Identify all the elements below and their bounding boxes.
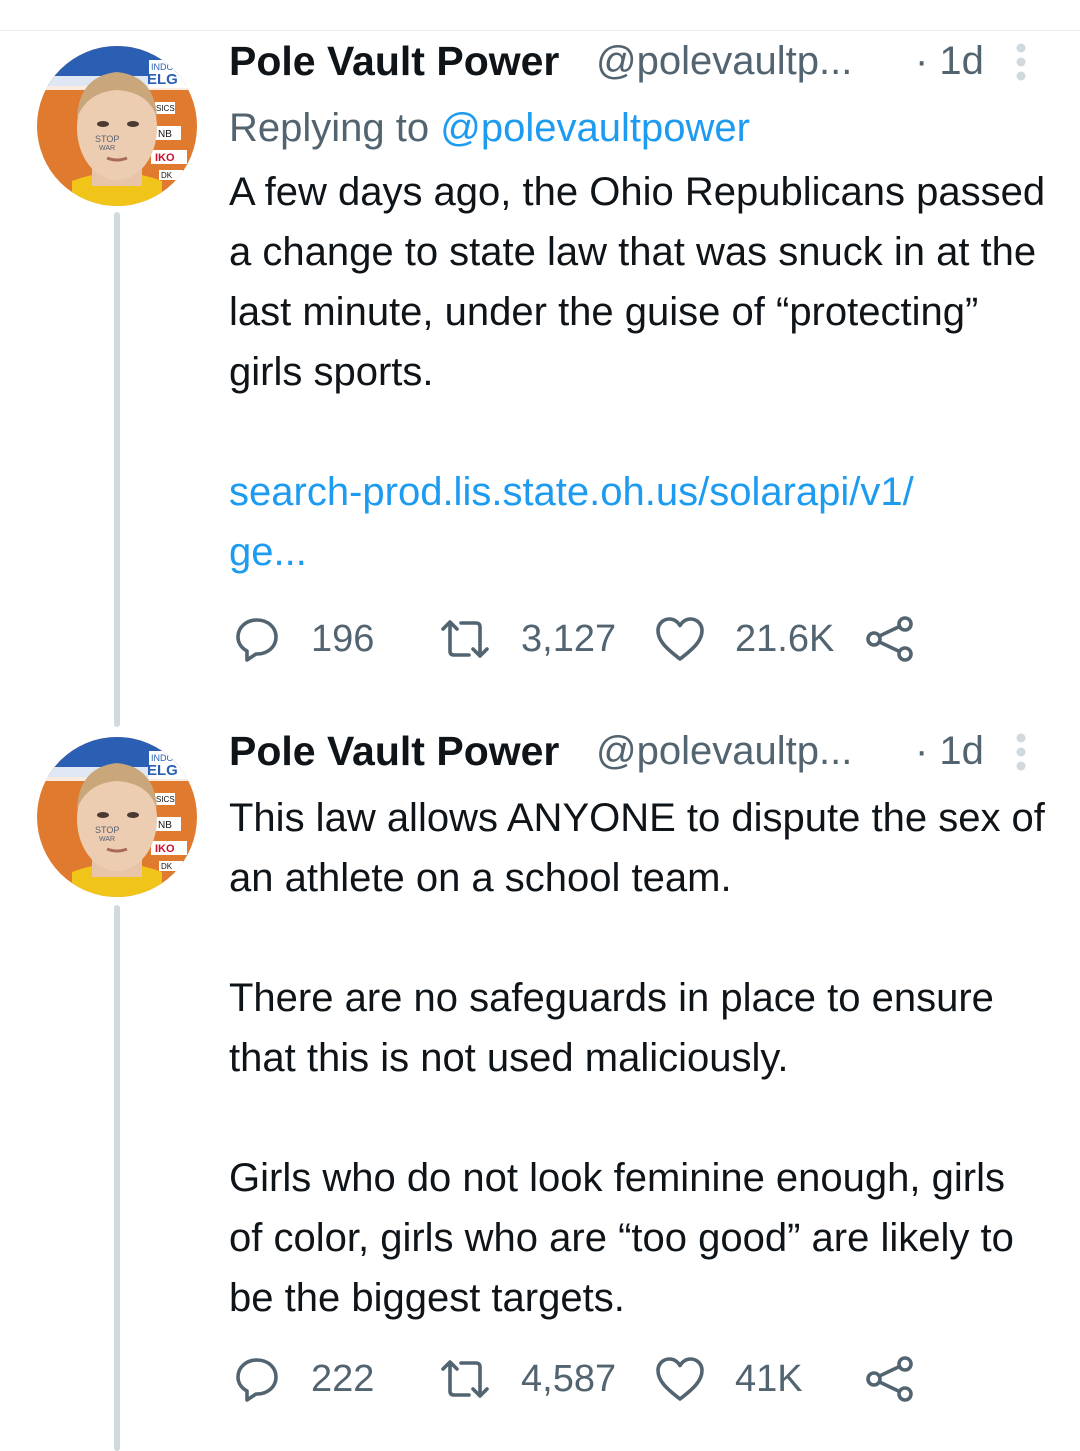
display-name[interactable]: Pole Vault Power [229, 728, 559, 775]
avatar-overlay-text: STOP [95, 825, 119, 835]
tweet-paragraph: Girls who do not look feminine enough, g… [229, 1156, 1014, 1320]
avatar-overlay-text: IKO [155, 843, 175, 855]
avatar-overlay-text: IKO [155, 152, 175, 164]
avatar-overlay-text: ELG [147, 762, 178, 779]
like-button[interactable]: 21.6K [655, 614, 834, 664]
avatar-overlay-text: NB [158, 820, 172, 831]
tweet-link-line[interactable]: ge... [229, 522, 1049, 582]
tweet[interactable]: Pole Vault Power @polevaultp... · 1d Thi… [229, 728, 1049, 1328]
avatar-overlay-text: DK [161, 862, 173, 871]
user-handle[interactable]: @polevaultp... [596, 729, 852, 774]
heart-icon [656, 1357, 704, 1401]
retweet-count: 4,587 [521, 1357, 617, 1400]
retweet-count: 3,127 [521, 617, 617, 660]
timestamp[interactable]: · 1d [915, 729, 984, 774]
replying-mention-link[interactable]: @polevaultpower [440, 106, 750, 150]
avatar-overlay-text: ELG [147, 71, 178, 88]
tweet-actions: 222 4,587 41K [229, 1354, 1049, 1404]
tweet-link[interactable]: search-prod.lis.state.oh.us/solarapi/v1/… [229, 462, 1049, 582]
thread-line [114, 212, 120, 727]
avatar[interactable]: INDOOR ELG SICS NB IKO DK STOP WAR [37, 737, 197, 897]
reply-button[interactable]: 196 [233, 614, 374, 664]
more-vertical-icon[interactable] [1013, 732, 1029, 772]
share-button[interactable] [865, 614, 915, 664]
tweet-text: A few days ago, the Ohio Republicans pas… [229, 170, 1046, 394]
avatar-overlay-text: WAR [99, 836, 115, 843]
share-button[interactable] [865, 1354, 915, 1404]
avatar[interactable]: INDOOR ELG SICS NB IKO DK STOP WAR [37, 46, 197, 206]
tweet-header: Pole Vault Power @polevaultp... · 1d [229, 728, 1049, 788]
retweet-icon [441, 1360, 489, 1398]
top-divider [0, 30, 1080, 31]
tweet-header: Pole Vault Power @polevaultp... · 1d [229, 38, 1049, 98]
avatar-overlay-text: SICS [156, 104, 175, 113]
retweet-button[interactable]: 4,587 [439, 1354, 616, 1404]
heart-icon [656, 617, 704, 661]
reply-icon [236, 618, 278, 662]
tweet-paragraph: This law allows ANYONE to dispute the se… [229, 796, 1045, 900]
like-count: 41K [735, 1357, 803, 1400]
avatar-overlay-text: DK [161, 171, 173, 180]
replying-label: Replying to [229, 106, 441, 150]
tweet-actions: 196 3,127 21.6K [229, 614, 1049, 664]
user-handle[interactable]: @polevaultp... [596, 39, 852, 84]
avatar-overlay-text: STOP [95, 134, 119, 144]
avatar-overlay-text: NB [158, 129, 172, 140]
retweet-icon [441, 620, 489, 658]
thread-line [114, 905, 120, 1451]
reply-icon [236, 1358, 278, 1402]
more-vertical-icon[interactable] [1013, 42, 1029, 82]
avatar-overlay-text: WAR [99, 145, 115, 152]
retweet-button[interactable]: 3,127 [439, 614, 616, 664]
reply-count: 222 [311, 1357, 375, 1400]
timestamp[interactable]: · 1d [915, 39, 984, 84]
like-count: 21.6K [735, 617, 835, 660]
reply-count: 196 [311, 617, 375, 660]
share-icon [866, 616, 913, 662]
like-button[interactable]: 41K [655, 1354, 803, 1404]
reply-button[interactable]: 222 [233, 1354, 374, 1404]
tweet[interactable]: Pole Vault Power @polevaultp... · 1d Rep… [229, 38, 1049, 582]
tweet-link-line[interactable]: search-prod.lis.state.oh.us/solarapi/v1/ [229, 462, 1049, 522]
display-name[interactable]: Pole Vault Power [229, 38, 559, 85]
avatar-overlay-text: SICS [156, 795, 175, 804]
share-icon [866, 1356, 913, 1402]
tweet-paragraph: There are no safeguards in place to ensu… [229, 976, 994, 1080]
replying-to: Replying to @polevaultpower [229, 98, 1049, 158]
